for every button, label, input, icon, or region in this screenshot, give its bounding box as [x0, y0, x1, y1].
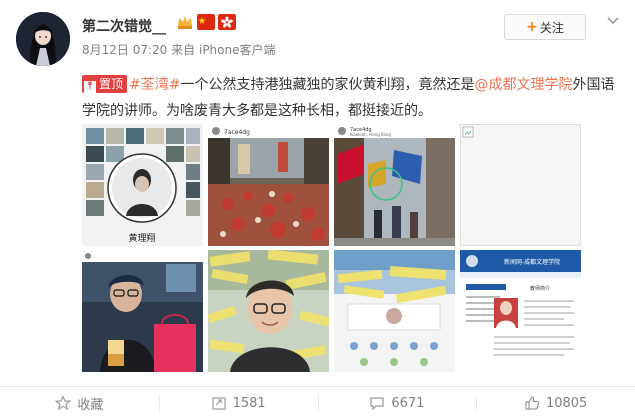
user-badges: [176, 14, 236, 30]
comment-icon: [370, 397, 384, 411]
profile-name-text: 黄理翔: [128, 232, 155, 244]
star-icon: [55, 395, 72, 411]
like-count: 10805: [545, 395, 588, 411]
collect-button[interactable]: 收藏: [0, 387, 159, 419]
pin-label: 置顶: [99, 77, 124, 91]
post-sub-text: Kowloon, Hong Kong: [350, 132, 391, 137]
image-grid: 黄理翔 7ace4dg 7ace4dg Kowloon, Hong Kong 新…: [82, 124, 582, 374]
repost-button[interactable]: 1581: [158, 387, 318, 419]
china-flag-icon: [197, 14, 215, 30]
like-button[interactable]: 10805: [476, 387, 635, 419]
weibo-post-card: 第二次错觉__ 8月12日 07:20 来自 iPhone客户端 + 关注 ⤒ 置…: [0, 0, 635, 419]
topic-link[interactable]: #荃湾#: [129, 77, 180, 93]
image-broken-placeholder[interactable]: [460, 124, 581, 246]
user-avatar[interactable]: [16, 12, 70, 66]
mention-link[interactable]: @成都文理学院: [474, 77, 572, 93]
chevron-down-icon[interactable]: [603, 14, 623, 28]
crown-icon: [176, 14, 194, 30]
repost-icon: [211, 397, 226, 410]
image-crowd-street[interactable]: 7ace4dg: [208, 124, 329, 246]
post-meta: 8月12日 07:20 来自 iPhone客户端: [82, 41, 276, 58]
action-bar: 收藏 1581 6671 10805: [0, 386, 635, 419]
image-app-screenshot[interactable]: [334, 250, 455, 372]
image-man-shopping-bag[interactable]: [82, 250, 203, 372]
thumbs-up-icon: [525, 396, 540, 410]
follow-label: 关注: [539, 20, 564, 35]
broken-image-icon: [462, 126, 474, 138]
school-title-text: 新闻网-成都文理学院: [504, 258, 560, 266]
image-street-flags[interactable]: 7ace4dg Kowloon, Hong Kong: [334, 124, 455, 246]
post-text-part-a: 一个公然支持港独藏独的家伙黄利翔，竟然还是: [180, 77, 475, 93]
post-timestamp[interactable]: 8月12日 07:20: [82, 43, 167, 57]
plus-icon: +: [526, 19, 538, 35]
image-man-glasses-annotated[interactable]: [208, 250, 329, 372]
post-source[interactable]: iPhone客户端: [199, 43, 276, 57]
post-text: ⤒ 置顶 #荃湾#一个公然支持港独藏独的家伙黄利翔，竟然还是@成都文理学院外国语学院…: [82, 72, 628, 124]
source-prefix: 来自: [171, 43, 196, 57]
image-profile-collage[interactable]: 黄理翔: [82, 124, 203, 246]
staff-label-text: 教师简介: [530, 285, 550, 292]
pin-icon: ⤒: [84, 81, 96, 93]
post-meta-text: 7ace4dg: [224, 129, 250, 136]
repost-count: 1581: [232, 395, 266, 411]
comment-button[interactable]: 6671: [317, 387, 477, 419]
collect-label: 收藏: [77, 397, 104, 413]
pinned-badge: ⤒ 置顶: [82, 75, 128, 93]
follow-button[interactable]: + 关注: [504, 14, 586, 40]
hong-kong-flag-icon: [218, 14, 236, 30]
comment-count: 6671: [391, 395, 425, 411]
avatar-illustration: [16, 12, 70, 66]
image-school-website[interactable]: 新闻网-成都文理学院 教师简介: [460, 250, 581, 372]
user-name[interactable]: 第二次错觉__: [82, 16, 166, 36]
